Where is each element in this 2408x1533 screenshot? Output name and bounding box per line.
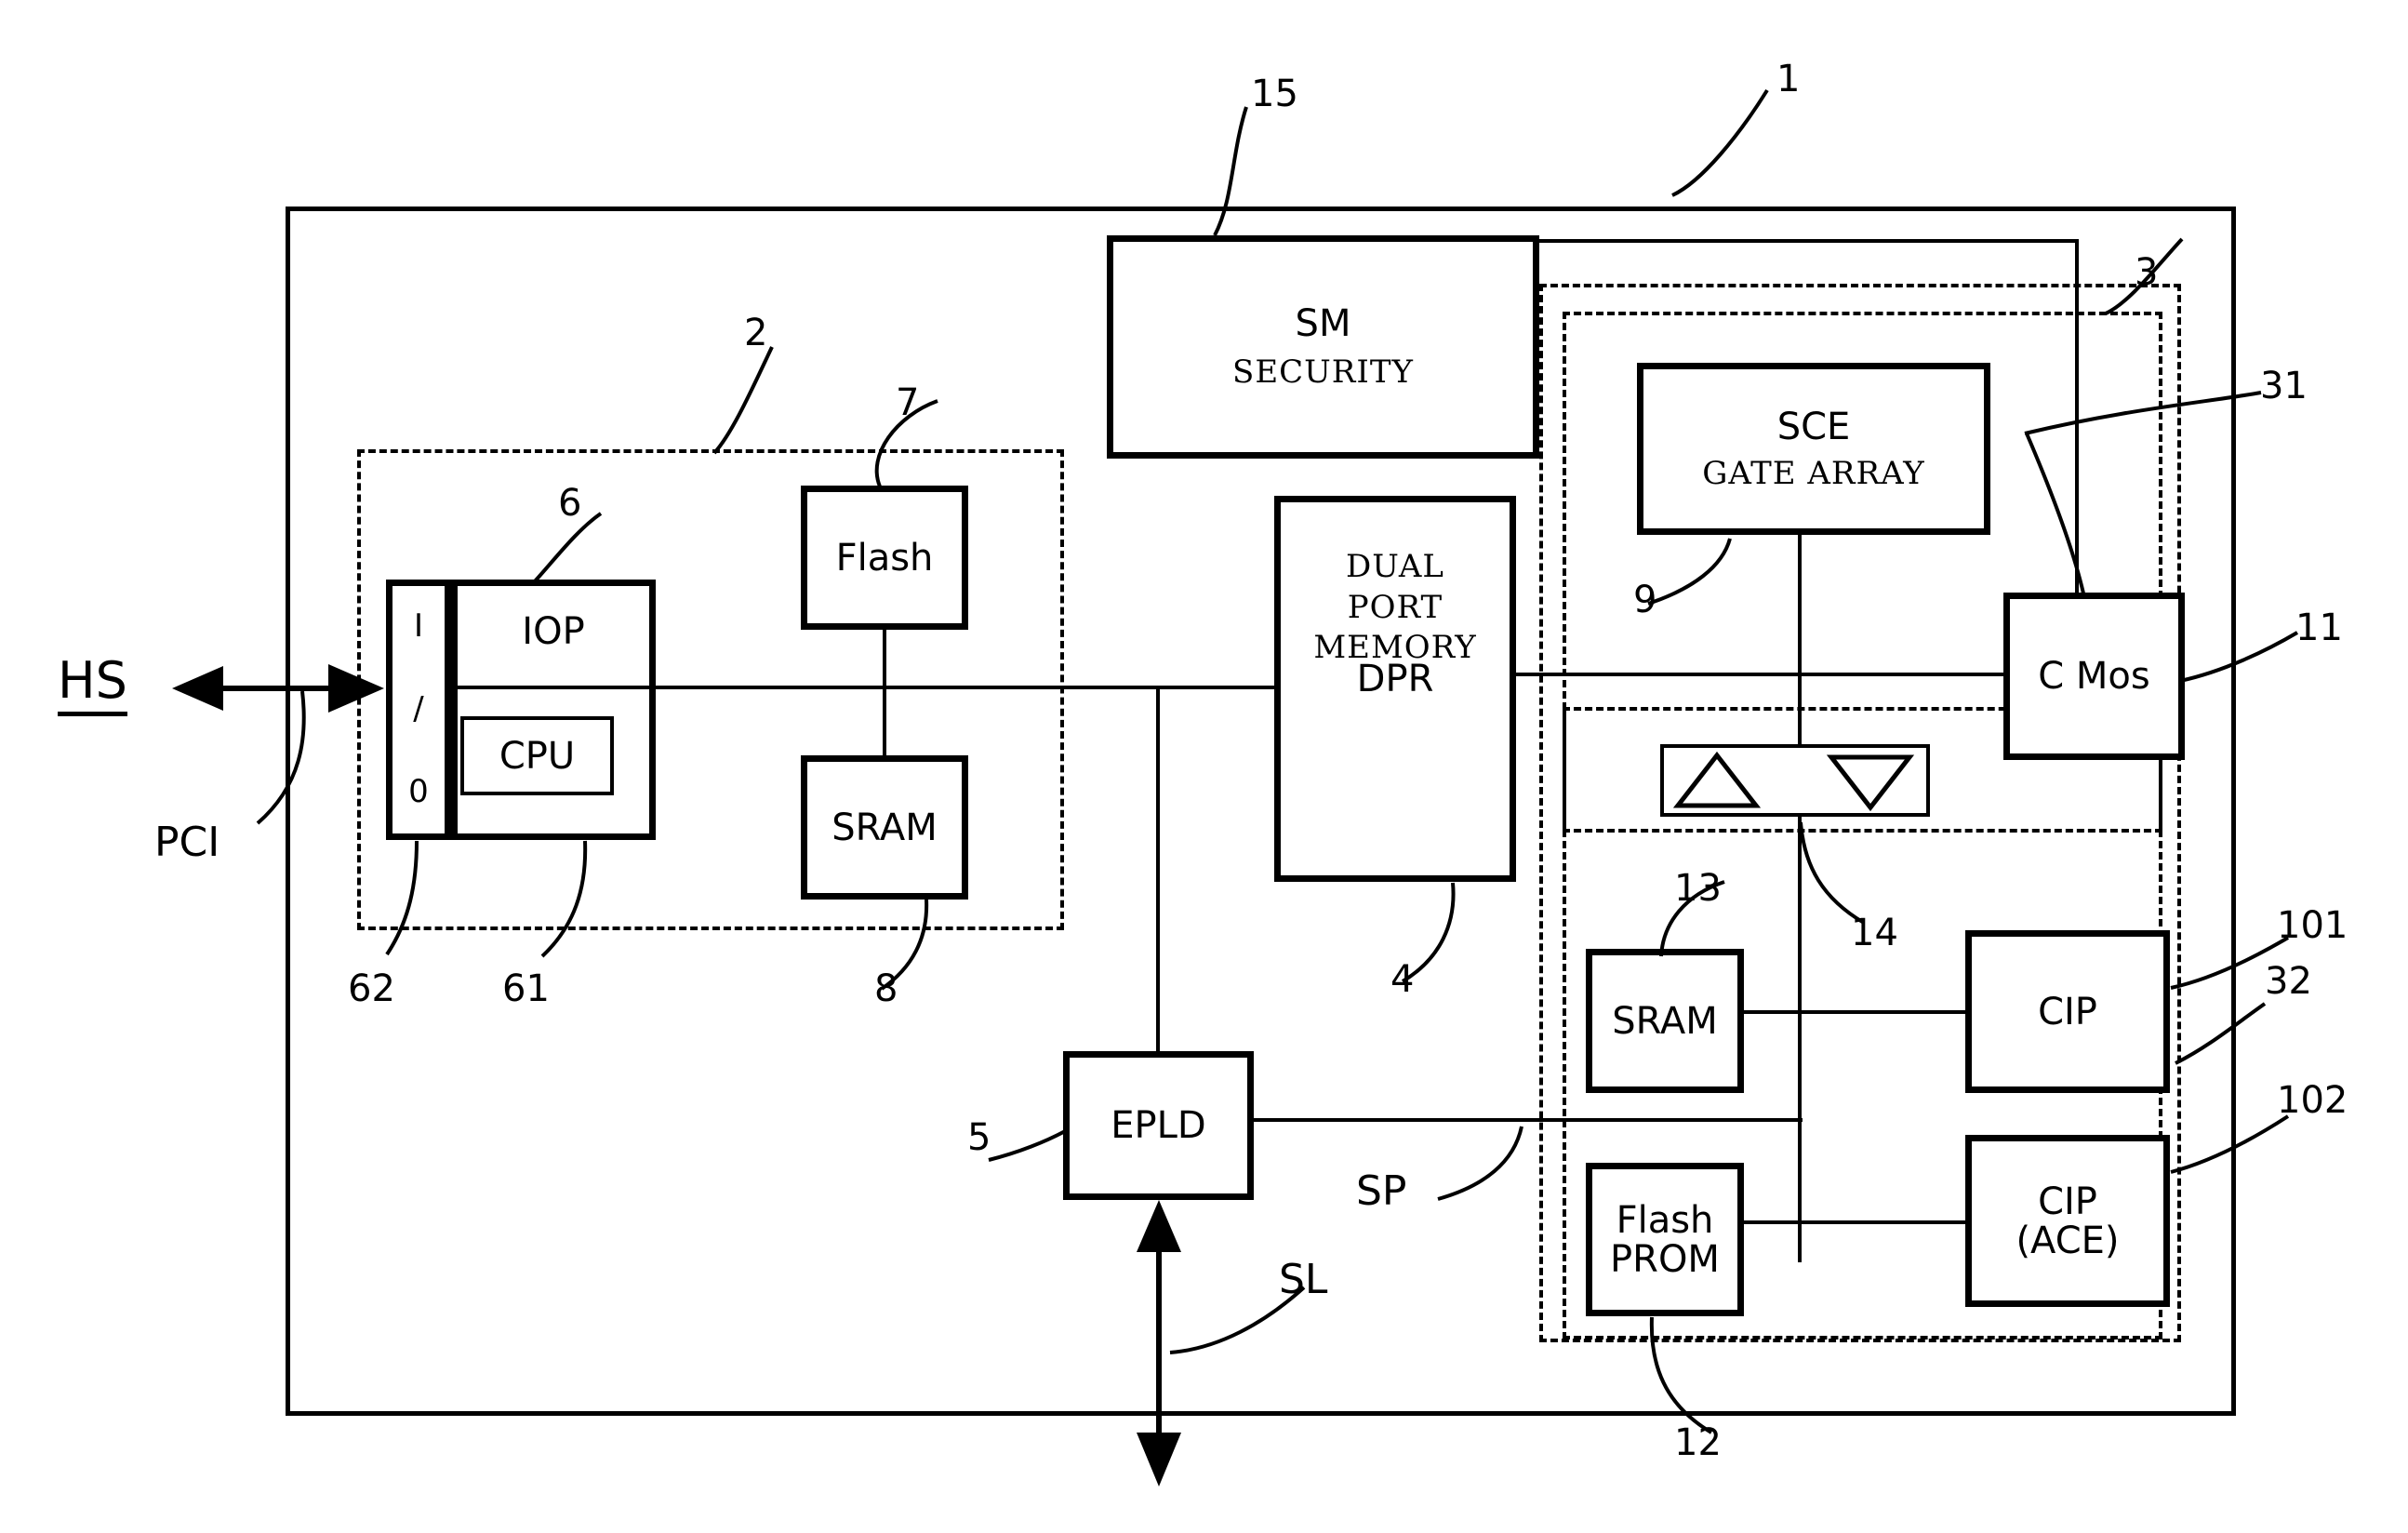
- flash-prom-block[interactable]: Flash PROM: [1586, 1163, 1744, 1316]
- sce-sub-label: GATE ARRAY: [1702, 454, 1925, 492]
- ref-label-14: 14: [1851, 912, 1898, 954]
- sl-label: SL: [1279, 1256, 1328, 1303]
- sce-gate-array-block[interactable]: SCE GATE ARRAY: [1637, 363, 1990, 535]
- cip-ace-line2: (ACE): [2016, 1219, 2120, 1262]
- triangle-down-icon: [1826, 754, 1915, 812]
- io-char-i: I: [413, 607, 424, 646]
- hs-bidirectional-arrow: [172, 664, 384, 713]
- main-bus-iop-to-dpr: [451, 686, 1274, 689]
- dpr-line4: DPR: [1356, 658, 1434, 701]
- io-char-o: 0: [408, 772, 429, 810]
- hs-label: HS: [58, 651, 127, 716]
- ref-label-6: 6: [558, 482, 582, 525]
- epld-block[interactable]: EPLD: [1063, 1051, 1254, 1200]
- cpu-label: CPU: [499, 734, 576, 778]
- io-char-slash: /: [413, 690, 424, 728]
- sram-left-block[interactable]: SRAM: [801, 755, 968, 900]
- cpu-block[interactable]: CPU: [460, 716, 614, 795]
- sce-spine: [1798, 535, 1802, 749]
- io-block[interactable]: I / 0: [386, 580, 451, 840]
- spine-to-cip-ace: [1798, 1220, 1965, 1224]
- flash-prom-line2: PROM: [1610, 1237, 1720, 1281]
- flash-prom-to-spine: [1744, 1220, 1798, 1224]
- diagram-canvas: 1 2 3 31 32 HS PCI I / 0 62 IOP CPU 6 61…: [0, 0, 2408, 1533]
- ref-label-3: 3: [2135, 251, 2159, 294]
- main-bus-dpr-to-cmos: [1516, 673, 2014, 676]
- ref-label-9: 9: [1633, 579, 1657, 621]
- ref-label-62: 62: [348, 967, 395, 1010]
- ref-label-2: 2: [744, 312, 768, 354]
- dpr-block[interactable]: DUAL PORT MEMORY DPR: [1274, 496, 1516, 882]
- sram-left-label: SRAM: [831, 806, 938, 849]
- sram-right-to-spine: [1744, 1010, 1798, 1014]
- sram-right-block[interactable]: SRAM: [1586, 949, 1744, 1093]
- dpr-line1: DUAL: [1346, 548, 1444, 585]
- ref-label-102: 102: [2277, 1079, 2348, 1122]
- ref-label-32: 32: [2265, 960, 2312, 1003]
- sce-spine-lower: [1798, 816, 1802, 1262]
- cip-ace-line1: CIP: [2038, 1180, 2097, 1223]
- pci-label: PCI: [154, 819, 220, 866]
- sm-to-cmos-v: [2075, 239, 2079, 593]
- leader-ref-1: [1671, 88, 1769, 197]
- sl-bidirectional-arrow: [1137, 1200, 1181, 1486]
- sce-label: SCE: [1776, 405, 1851, 448]
- ref-label-31: 31: [2260, 365, 2308, 407]
- iop-block[interactable]: IOP: [451, 580, 656, 840]
- sp-label: SP: [1356, 1167, 1407, 1215]
- ref-label-12: 12: [1674, 1421, 1722, 1464]
- sram-right-label: SRAM: [1612, 999, 1718, 1043]
- ref-label-1: 1: [1776, 58, 1801, 100]
- triangle-up-icon: [1672, 751, 1762, 808]
- iop-label: IOP: [522, 610, 585, 653]
- flash-sram-bus: [883, 630, 886, 755]
- flash-prom-line1: Flash: [1616, 1198, 1714, 1242]
- ref-label-8: 8: [874, 967, 898, 1010]
- sm-security-block[interactable]: SM SECURITY: [1107, 235, 1539, 459]
- ref-label-5: 5: [967, 1116, 991, 1159]
- ref-label-15: 15: [1251, 73, 1298, 115]
- spine-to-cip: [1798, 1010, 1965, 1014]
- cmos-block[interactable]: C Mos: [2003, 593, 2185, 760]
- ref-label-11: 11: [2295, 607, 2343, 649]
- cmos-label: C Mos: [2038, 655, 2150, 698]
- ref-label-4: 4: [1390, 958, 1415, 1001]
- ref-label-7: 7: [896, 381, 920, 424]
- cip-ace-block[interactable]: CIP (ACE): [1965, 1135, 2170, 1307]
- epld-label: EPLD: [1111, 1104, 1206, 1147]
- sm-label: SM: [1295, 302, 1351, 346]
- cip-block[interactable]: CIP: [1965, 930, 2170, 1093]
- ref-label-101: 101: [2277, 904, 2348, 947]
- sm-to-group3-h: [1539, 239, 2079, 243]
- ref-label-13: 13: [1674, 867, 1722, 910]
- epld-sp-line: [1254, 1118, 1803, 1122]
- epld-riser: [1156, 686, 1160, 1051]
- flash-block[interactable]: Flash: [801, 486, 968, 630]
- ref-label-61: 61: [502, 967, 550, 1010]
- sm-sub-label: SECURITY: [1232, 353, 1414, 392]
- dpr-line2: PORT: [1347, 588, 1443, 626]
- flash-label: Flash: [835, 536, 934, 580]
- cip-label: CIP: [2038, 990, 2097, 1033]
